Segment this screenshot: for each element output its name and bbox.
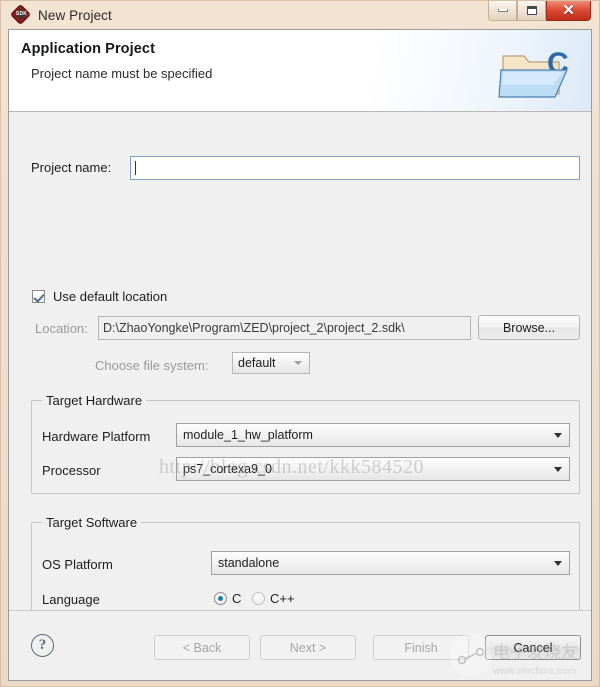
dialog-header: Application Project Project name must be… (9, 30, 591, 112)
next-button[interactable]: Next > (260, 635, 356, 660)
os-platform-label: OS Platform (42, 557, 113, 572)
processor-select[interactable]: ps7_cortexa9_0 (176, 457, 570, 481)
language-cpp-label: C++ (270, 591, 295, 606)
language-c-label: C (232, 591, 242, 606)
close-icon: ✕ (562, 2, 575, 19)
next-label: Next > (289, 640, 327, 655)
minimize-button[interactable] (488, 1, 517, 21)
project-name-input[interactable] (130, 156, 580, 180)
dialog-footer: ? < Back Next > Finish Cancel (9, 610, 591, 680)
hardware-platform-select[interactable]: module_1_hw_platform (176, 423, 570, 447)
sdk-diamond-icon: SDK (11, 4, 30, 24)
hardware-platform-label: Hardware Platform (42, 429, 151, 444)
processor-value: ps7_cortexa9_0 (183, 462, 272, 476)
chevron-down-icon (294, 361, 302, 365)
maximize-button[interactable] (517, 1, 546, 21)
use-default-location-label: Use default location (53, 289, 168, 304)
project-name-label: Project name: (31, 160, 112, 175)
cancel-button[interactable]: Cancel (485, 635, 581, 660)
use-default-location-checkbox[interactable] (32, 290, 45, 303)
file-system-label: Choose file system: (95, 358, 209, 373)
language-label: Language (42, 592, 100, 607)
file-system-select[interactable]: default (232, 352, 310, 374)
back-label: < Back (182, 640, 222, 655)
project-name-row: Project name: (31, 160, 111, 175)
finish-label: Finish (404, 640, 438, 655)
window-controls: ✕ (488, 1, 591, 21)
file-system-value: default (238, 356, 276, 370)
close-button[interactable]: ✕ (546, 1, 591, 21)
language-c-radio[interactable] (214, 592, 227, 605)
browse-label: Browse... (502, 320, 556, 335)
language-option-cpp[interactable]: C++ (252, 591, 295, 606)
location-input[interactable]: D:\ZhaoYongke\Program\ZED\project_2\proj… (98, 316, 471, 340)
language-cpp-radio[interactable] (252, 592, 265, 605)
help-icon[interactable]: ? (31, 634, 54, 657)
cancel-label: Cancel (513, 640, 553, 655)
location-label: Location: (35, 321, 88, 336)
maximize-icon (526, 6, 537, 15)
processor-label: Processor (42, 463, 101, 478)
target-software-title: Target Software (42, 515, 142, 530)
os-platform-select[interactable]: standalone (211, 551, 570, 575)
chevron-down-icon (554, 467, 562, 472)
minimize-icon (497, 9, 508, 12)
os-platform-value: standalone (218, 556, 280, 570)
finish-button[interactable]: Finish (373, 635, 469, 660)
new-project-window: SDK New Project ✕ Application Project Pr… (0, 0, 600, 687)
title-bar: SDK New Project ✕ (8, 1, 592, 29)
use-default-location-row[interactable]: Use default location (32, 289, 167, 304)
chevron-down-icon (554, 433, 562, 438)
chevron-down-icon (554, 561, 562, 566)
hardware-platform-value: module_1_hw_platform (183, 428, 313, 442)
window-title: New Project (38, 7, 112, 23)
language-option-c[interactable]: C (214, 591, 241, 606)
browse-button[interactable]: Browse... (478, 315, 580, 340)
c-folder-icon: C (498, 47, 569, 98)
location-value: D:\ZhaoYongke\Program\ZED\project_2\proj… (103, 321, 405, 335)
back-button[interactable]: < Back (154, 635, 250, 660)
target-hardware-title: Target Hardware (42, 393, 147, 408)
dialog-body: Application Project Project name must be… (8, 29, 592, 681)
